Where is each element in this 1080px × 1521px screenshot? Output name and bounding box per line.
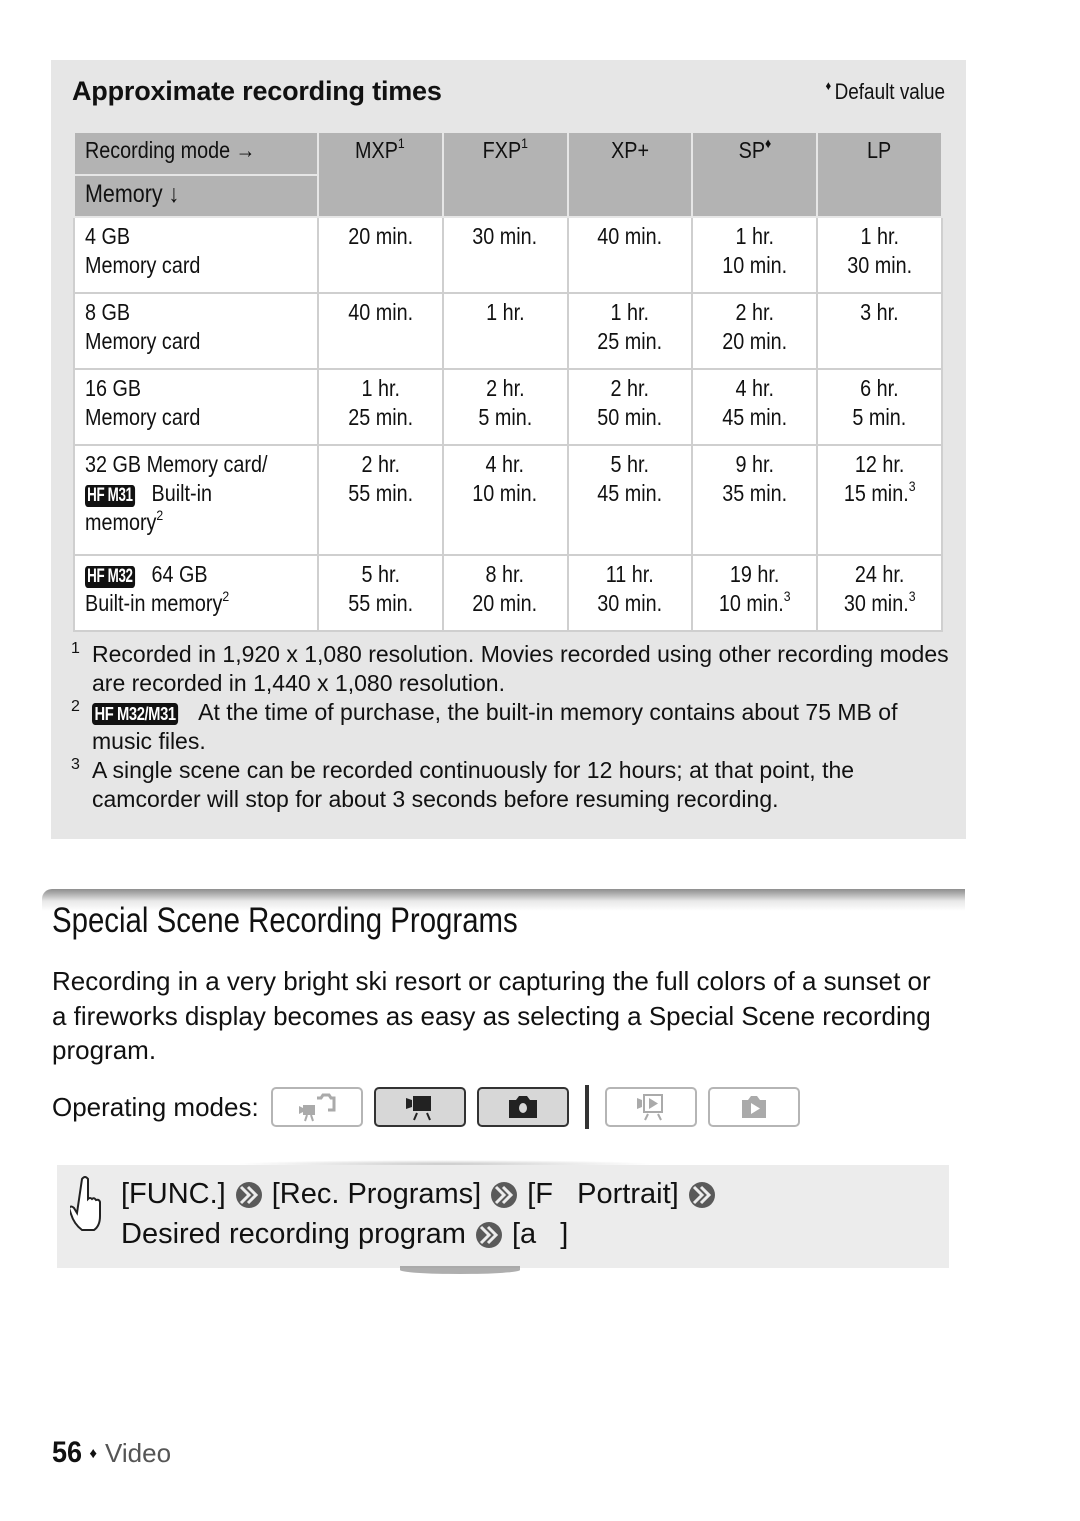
footnote-number: 3 [71, 756, 80, 773]
footnote-number: 2 [71, 698, 80, 715]
header-memory: Memory ↓ [73, 174, 319, 218]
time-cell: 2 hr. 5 min. [441, 368, 569, 446]
operating-modes: Operating modes: [52, 1085, 811, 1129]
mode-dual-shot [270, 1087, 363, 1127]
time-cell: 8 hr. 20 min. [441, 554, 569, 632]
time-cell: 3 hr. [816, 292, 943, 370]
time-cell: 40 min. [316, 292, 444, 370]
procedure-step-portrait: [F Portrait] [527, 1178, 679, 1210]
time-cell: 5 hr. 55 min. [316, 554, 444, 632]
header-mode-sp: SP♦ [691, 131, 819, 218]
default-value-label: Default value [834, 79, 945, 104]
next-step-arrow-icon [235, 1181, 262, 1208]
procedure-step-func: [FUNC.] [121, 1178, 226, 1210]
dual-shot-icon [298, 1093, 336, 1122]
time-cell: 19 hr. 10 min.3 [691, 554, 819, 632]
recording-times-table: Recording mode → MXP1 FXP1 XP+ SP♦ LP Me… [73, 131, 943, 632]
page-number: 56 [52, 1436, 83, 1469]
time-cell: 1 hr. [441, 292, 569, 370]
movie-playback-icon [636, 1094, 663, 1121]
time-cell: 2 hr. 20 min. [691, 292, 819, 370]
table-row: 8 GB Memory card 40 min. 1 hr. 1 hr. 25 mi… [73, 292, 943, 370]
mode-photo-recording [476, 1087, 569, 1127]
model-badge: HF M31 [85, 485, 135, 507]
next-step-arrow-icon [491, 1181, 518, 1208]
time-cell: 1 hr. 10 min. [691, 216, 819, 294]
footer-section-name: Video [105, 1437, 172, 1468]
procedure-shadow-bottom [400, 1266, 520, 1274]
mode-separator [584, 1085, 589, 1129]
time-cell: 5 hr. 45 min. [566, 444, 694, 556]
default-diamond-icon: ♦ [825, 78, 832, 93]
recording-times-box: Approximate recording times ♦ Default val… [51, 60, 966, 839]
time-cell: 2 hr. 55 min. [316, 444, 444, 556]
time-cell: 11 hr. 30 min. [566, 554, 694, 632]
header-mode-fxp: FXP1 [441, 131, 569, 218]
next-step-arrow-icon [688, 1181, 715, 1208]
page-footer: 56 ♦ Video [52, 1436, 171, 1470]
procedure-step-desired-program: Desired recording program [121, 1218, 466, 1250]
time-cell: 40 min. [566, 216, 694, 294]
procedure-line-2: Desired recording program [a ] [121, 1218, 568, 1251]
time-cell: 12 hr. 15 min.3 [816, 444, 943, 556]
procedure-step-close: [a ] [511, 1218, 569, 1250]
header-recording-mode: Recording mode → [73, 131, 319, 176]
procedure-line-1: [FUNC.] [Rec. Programs] [F Portrait] [121, 1178, 725, 1211]
footnote-text: At the time of purchase, the built-in me… [92, 699, 898, 754]
footnote: 3 A single scene can be recorded continu… [71, 756, 951, 814]
footnote-number: 1 [71, 640, 80, 657]
mode-photo-playback [707, 1087, 800, 1127]
memory-cell: HF M32 64 GB Built-in memory2 [73, 554, 319, 632]
table-header-row: Recording mode → MXP1 FXP1 XP+ SP♦ LP [73, 131, 943, 218]
time-cell: 20 min. [316, 216, 444, 294]
footnotes: 1 Recorded in 1,920 x 1,080 resolution. … [71, 640, 951, 814]
table-row: 32 GB Memory card/HF M31 Built-in memory2… [73, 444, 943, 556]
section-title: Special Scene Recording Programs [52, 901, 518, 940]
mode-movie-playback [604, 1087, 697, 1127]
table-row: HF M32 64 GB Built-in memory2 5 hr. 55 min… [73, 554, 943, 632]
time-cell: 4 hr. 45 min. [691, 368, 819, 446]
time-cell: 1 hr. 30 min. [816, 216, 943, 294]
table-row: 4 GB Memory card 20 min. 30 min. 40 min. … [73, 216, 943, 294]
header-mode-xp-plus: XP+ [566, 131, 694, 218]
time-cell: 9 hr. 35 min. [691, 444, 819, 556]
memory-cell: 32 GB Memory card/HF M31 Built-in memory2 [73, 444, 319, 556]
footnote-text: A single scene can be recorded continuou… [92, 757, 855, 812]
footnote: 2 HF M32/M31 At the time of purchase, th… [71, 698, 951, 756]
footnote: 1 Recorded in 1,920 x 1,080 resolution. … [71, 640, 951, 698]
footnote-text: Recorded in 1,920 x 1,080 resolution. Mo… [92, 641, 949, 696]
time-cell: 30 min. [441, 216, 569, 294]
model-badge: HF M32 [85, 566, 135, 588]
time-cell: 24 hr. 30 min.3 [816, 554, 943, 632]
model-badge: HF M32/M31 [92, 703, 179, 725]
header-mode-lp: LP [816, 131, 943, 218]
photo-playback-icon [741, 1096, 766, 1118]
time-cell: 1 hr. 25 min. [316, 368, 444, 446]
touch-hand-icon [70, 1176, 101, 1231]
recording-times-title: Approximate recording times [72, 76, 442, 106]
footer-diamond-icon: ♦ [89, 1444, 98, 1462]
operating-modes-label: Operating modes: [52, 1091, 259, 1122]
procedure-step-rec-programs: [Rec. Programs] [271, 1178, 482, 1210]
time-cell: 6 hr. 5 min. [816, 368, 943, 446]
header-mode-mxp: MXP1 [316, 131, 444, 218]
memory-cell: 8 GB Memory card [73, 292, 319, 370]
memory-cell: 16 GB Memory card [73, 368, 319, 446]
default-value-legend: ♦ Default value [825, 78, 945, 105]
memory-cell: 4 GB Memory card [73, 216, 319, 294]
time-cell: 2 hr. 50 min. [566, 368, 694, 446]
table-row: 16 GB Memory card 1 hr. 25 min. 2 hr. 5 min… [73, 368, 943, 446]
time-cell: 1 hr. 25 min. [566, 292, 694, 370]
time-cell: 4 hr. 10 min. [441, 444, 569, 556]
section-body: Recording in a very bright ski resort or… [52, 966, 931, 1065]
mode-movie-recording [373, 1087, 466, 1127]
next-step-arrow-icon [475, 1221, 502, 1248]
movie-camera-icon [405, 1096, 431, 1121]
photo-camera-icon [508, 1096, 537, 1118]
